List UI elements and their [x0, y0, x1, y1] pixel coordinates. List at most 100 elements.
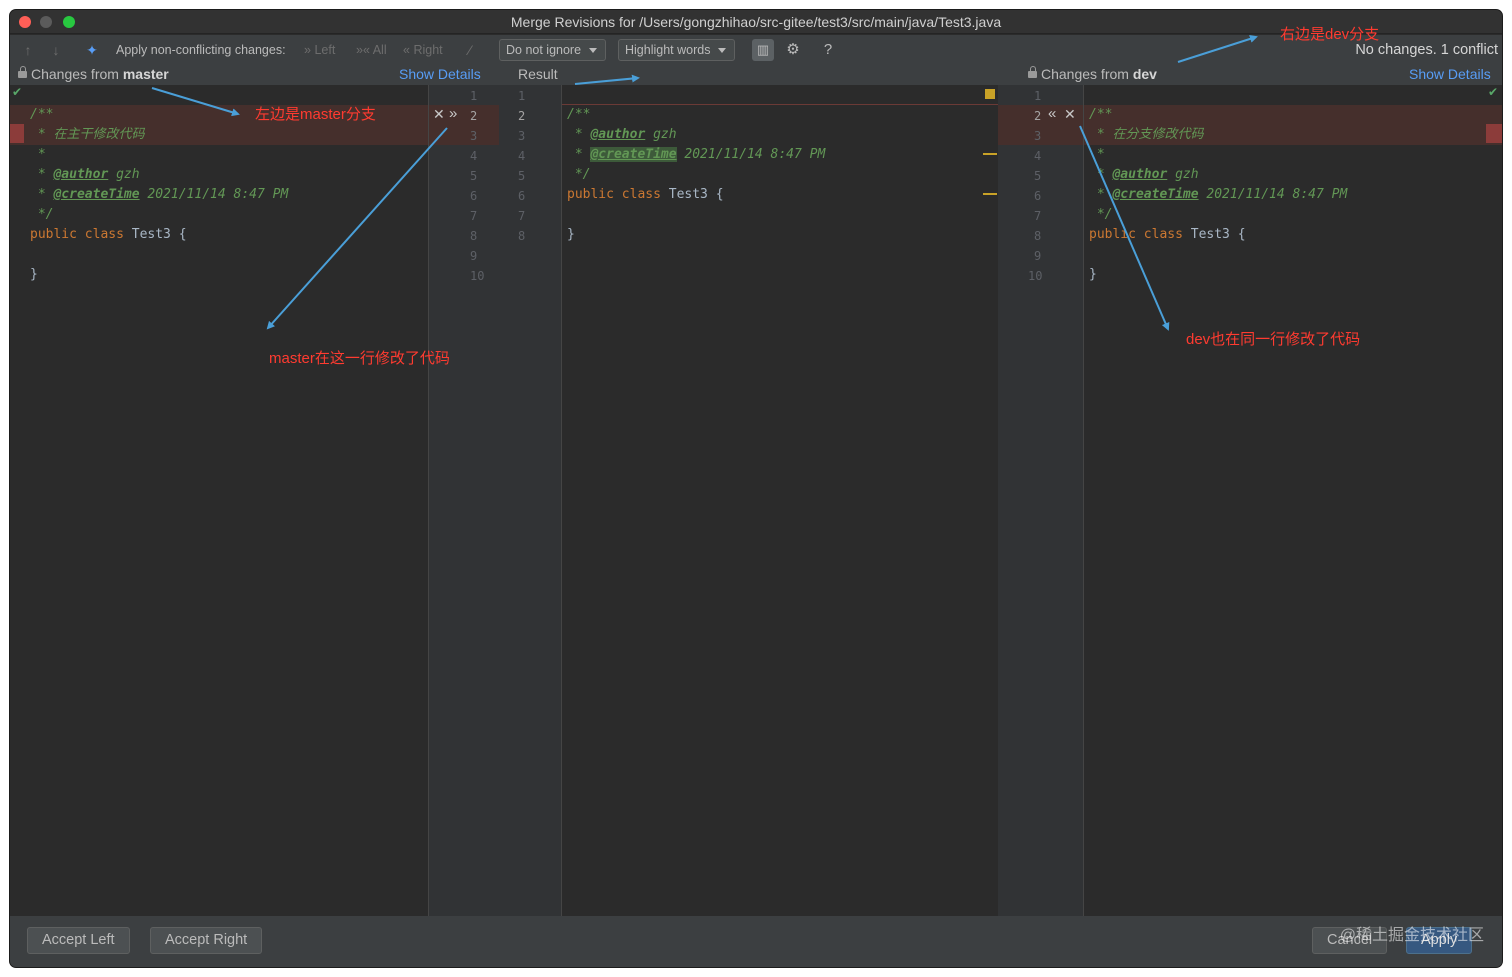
code-line: *: [30, 147, 46, 162]
left-pane-header: Changes from master: [18, 66, 169, 82]
code-line: * @author gzh: [30, 167, 140, 182]
accept-right-chevron-left-icon[interactable]: «: [1048, 105, 1056, 122]
right-code: /** * 在分支修改代码 * * @author gzh * @createT…: [1089, 85, 1347, 285]
line-number: 1: [1034, 89, 1042, 103]
right-editor[interactable]: ✔ /** * 在分支修改代码 * * @author gzh * @creat…: [1084, 85, 1502, 916]
ignore-whitespace-select[interactable]: Do not ignore: [499, 39, 607, 61]
line-number: 7: [470, 209, 478, 223]
line-number: 8: [470, 229, 478, 243]
accept-left-button[interactable]: Accept Left: [27, 927, 130, 954]
annotation-left-branch: 左边是master分支: [255, 106, 376, 123]
lock-icon: [1028, 66, 1037, 78]
toolbar: ↑ ↓ ✦ Apply non-conflicting changes: » L…: [10, 35, 1502, 65]
line-number: 6: [470, 189, 478, 203]
change-marker: [983, 193, 997, 195]
conflict-error-stripe: [985, 89, 995, 99]
line-number: 7: [1034, 209, 1042, 223]
apply-non-conflicting-label: Apply non-conflicting changes:: [116, 43, 286, 57]
code-line: /**: [567, 107, 591, 122]
line-number: 2: [470, 109, 478, 123]
ignore-whitespace-value: Do not ignore: [506, 43, 582, 57]
annotation-master-change: master在这一行修改了代码: [269, 350, 450, 367]
code-line: public class Test3 {: [30, 227, 187, 242]
code-line: public class Test3 {: [1089, 227, 1246, 242]
line-number: 1: [518, 89, 526, 103]
right-pane-header: Changes from dev: [1028, 66, 1157, 82]
apply-right-label: Right: [413, 43, 443, 57]
gear-icon[interactable]: ⚙: [782, 39, 804, 61]
line-number: 3: [518, 129, 526, 143]
left-editor[interactable]: ✔ /** * 在主干修改代码 * * @author gzh * @creat…: [10, 85, 428, 916]
line-number: 5: [1034, 169, 1042, 183]
checkmark-icon: ✔: [12, 85, 23, 99]
left-branch-name: master: [122, 66, 169, 82]
apply-left-button[interactable]: » Left: [304, 35, 335, 65]
right-show-details-link[interactable]: Show Details: [1409, 66, 1491, 82]
change-marker: [983, 153, 997, 155]
right-gutter: 1 2 3 4 5 6 7 8 9 10 « ✕: [998, 85, 1083, 916]
highlight-mode-select[interactable]: Highlight words: [618, 39, 736, 61]
reject-right-close-icon[interactable]: ✕: [1064, 106, 1076, 123]
line-number: 10: [1028, 269, 1043, 283]
arrow-up-icon[interactable]: ↑: [18, 40, 38, 60]
left-gutter: ✕ » 1 2 3 4 5 6 7 8 9 10: [429, 85, 499, 916]
line-number: 7: [518, 209, 526, 223]
line-number: 3: [1034, 129, 1042, 143]
accept-left-chevron-right-icon[interactable]: »: [449, 105, 457, 122]
line-number: 9: [1034, 249, 1042, 263]
conflict-stripe: [1486, 124, 1502, 143]
result-editor[interactable]: /** * @author gzh * @createTime 2021/11/…: [562, 85, 998, 916]
line-number: 8: [1034, 229, 1042, 243]
result-pane-header: Result: [518, 66, 558, 82]
code-line: * @author gzh: [1089, 167, 1199, 182]
sync-scroll-icon[interactable]: ▥: [752, 39, 774, 61]
checkmark-icon: ✔: [1488, 85, 1499, 99]
accept-right-button[interactable]: Accept Right: [150, 927, 263, 954]
help-button[interactable]: ?: [817, 39, 839, 61]
code-line: /**: [30, 107, 54, 122]
chevron-down-icon: [589, 48, 598, 53]
apply-all-label: All: [372, 43, 387, 57]
reject-left-close-icon[interactable]: ✕: [433, 106, 445, 123]
conflict-stripe: [10, 124, 24, 143]
apply-left-label: Left: [314, 43, 336, 57]
line-number: 8: [518, 229, 526, 243]
line-number: 4: [518, 149, 526, 163]
right-branch-name: dev: [1132, 66, 1157, 82]
code-line: * @author gzh: [567, 127, 677, 142]
magic-wand-icon[interactable]: ⁄: [460, 40, 480, 60]
line-number: 1: [470, 89, 478, 103]
code-line: * 在分支修改代码: [1089, 127, 1204, 142]
code-line: /**: [1089, 107, 1113, 122]
line-number: 3: [470, 129, 478, 143]
apply-right-button[interactable]: « Right: [403, 35, 443, 65]
double-chevron-right-icon: »: [304, 43, 311, 57]
title-bar: Merge Revisions for /Users/gongzhihao/sr…: [10, 10, 1502, 34]
code-line: }: [30, 267, 38, 282]
right-header-prefix: Changes from: [1041, 66, 1133, 82]
line-number: 6: [518, 189, 526, 203]
code-line: * 在主干修改代码: [30, 127, 145, 142]
chevron-down-icon: [718, 48, 727, 53]
code-line: *: [1089, 147, 1105, 162]
merge-window: Merge Revisions for /Users/gongzhihao/sr…: [10, 10, 1502, 967]
line-number: 5: [518, 169, 526, 183]
line-number: 4: [1034, 149, 1042, 163]
line-number: 5: [470, 169, 478, 183]
line-number: 9: [470, 249, 478, 263]
line-number: 6: [1034, 189, 1042, 203]
annotation-right-branch: 右边是dev分支: [1280, 26, 1380, 43]
line-number: 2: [518, 109, 526, 123]
result-gutter: 1 2 3 4 5 6 7 8: [499, 85, 561, 916]
arrow-down-icon[interactable]: ↓: [46, 40, 66, 60]
left-code: /** * 在主干修改代码 * * @author gzh * @createT…: [30, 85, 288, 285]
code-line: * @createTime 2021/11/14 8:47 PM: [30, 187, 289, 202]
left-header-prefix: Changes from: [31, 66, 123, 82]
code-line: public class Test3 {: [567, 187, 724, 202]
window-title: Merge Revisions for /Users/gongzhihao/sr…: [510, 14, 1002, 30]
code-line: */: [1089, 207, 1113, 222]
apply-all-button[interactable]: »« All: [356, 35, 387, 65]
left-show-details-link[interactable]: Show Details: [399, 66, 481, 82]
code-line: */: [567, 167, 591, 182]
magic-resolve-icon[interactable]: ✦: [82, 40, 102, 60]
